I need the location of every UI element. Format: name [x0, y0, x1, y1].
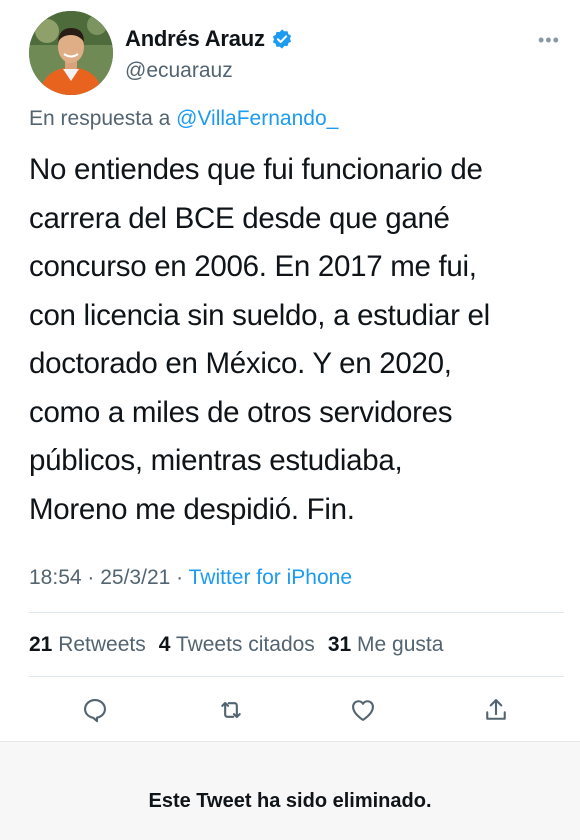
author-handle[interactable]: @ecuarauz: [125, 59, 233, 83]
verified-badge-icon: [272, 29, 291, 49]
retweets-count: 21: [29, 633, 53, 656]
author-name-row[interactable]: Andrés Arauz: [125, 26, 293, 52]
avatar-image: [29, 11, 113, 95]
likes-count: 31: [327, 633, 352, 656]
quotes-count: 4: [158, 633, 171, 656]
engagement-stats: 21 Retweets 4 Tweets citados 31 Me gusta: [29, 633, 456, 657]
retweet-icon: [221, 701, 241, 719]
reply-icon: [84, 699, 106, 723]
tweet-text-line: Moreno me despidió. Fin.: [29, 492, 355, 526]
author-display-name[interactable]: Andrés Arauz: [125, 26, 265, 52]
retweets-stat[interactable]: 21 Retweets: [29, 633, 146, 657]
reply-context: En respuesta a @VillaFernando_: [29, 107, 338, 131]
tweet-date[interactable]: 25/3/21: [100, 566, 170, 589]
tweet-text-line: carrera del BCE desde que gané: [29, 201, 450, 235]
share-icon: [486, 699, 506, 720]
tweet-text-line: concurso en 2006. En 2017 me fui,: [29, 250, 477, 283]
retweets-label: Retweets: [58, 633, 146, 656]
tweet-card: Andrés Arauz @ecuarauz ••• En respuesta …: [0, 0, 580, 740]
tweet-timestamp-row: 18:54 · 25/3/21 · Twitter for iPhone: [29, 566, 352, 590]
avatar[interactable]: [29, 11, 113, 95]
tweet-text-line: doctorado en México. Y en 2020,: [29, 347, 452, 380]
likes-label: Me gusta: [357, 633, 444, 656]
share-button[interactable]: [482, 696, 512, 726]
action-bar: [0, 696, 580, 726]
tweet-text-line: No entiendes que fui funcionario de: [29, 153, 483, 186]
tweet-text-line: con licencia sin sueldo, a estudiar el: [29, 298, 490, 332]
reply-prefix: En respuesta a: [29, 107, 171, 130]
tweet-source-link[interactable]: Twitter for iPhone: [189, 566, 352, 589]
like-button[interactable]: [349, 696, 379, 726]
meta-separator: ·: [87, 566, 101, 589]
tweet-text-line: públicos, mientras estudiaba,: [29, 444, 403, 477]
tweet-text: No entiendes que fui funcionario de carr…: [29, 146, 559, 534]
retweet-button[interactable]: [217, 696, 247, 726]
quotes-stat[interactable]: 4 Tweets citados: [159, 633, 315, 657]
more-options-icon[interactable]: •••: [538, 30, 560, 51]
divider: [29, 612, 564, 613]
like-icon: [352, 700, 374, 721]
tweet-text-line: como a miles de otros servidores: [29, 395, 453, 429]
reply-button[interactable]: [81, 696, 111, 726]
deleted-notice: Este Tweet ha sido eliminado.: [148, 790, 432, 812]
meta-separator: ·: [176, 566, 189, 589]
deleted-tweet-banner: Este Tweet ha sido eliminado.: [0, 741, 580, 840]
likes-stat[interactable]: 31 Me gusta: [328, 633, 444, 657]
quotes-label: Tweets citados: [175, 633, 315, 656]
reply-mention-link[interactable]: @VillaFernando_: [176, 107, 338, 130]
tweet-time[interactable]: 18:54: [29, 566, 82, 589]
divider: [29, 676, 564, 677]
